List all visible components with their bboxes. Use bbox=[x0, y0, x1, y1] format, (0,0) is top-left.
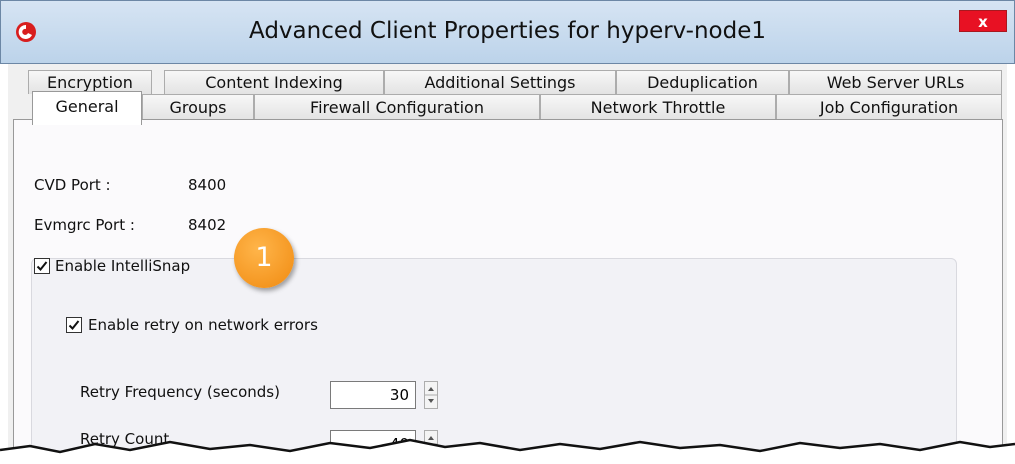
tab-additional-settings[interactable]: Additional Settings bbox=[384, 70, 616, 94]
retry-label: Enable retry on network errors bbox=[88, 316, 318, 334]
tab-groups[interactable]: Groups bbox=[142, 94, 254, 120]
tab-firewall-configuration[interactable]: Firewall Configuration bbox=[254, 94, 540, 120]
retry-frequency-spinner[interactable] bbox=[424, 381, 438, 409]
checkmark-icon bbox=[36, 261, 48, 271]
tab-general[interactable]: General bbox=[32, 91, 142, 125]
evmgrc-port-value: 8402 bbox=[188, 216, 227, 234]
retry-frequency-label: Retry Frequency (seconds) bbox=[80, 383, 280, 401]
callout-badge: 1 bbox=[234, 228, 294, 288]
chevron-down-icon bbox=[428, 399, 434, 403]
intellisnap-checkbox[interactable] bbox=[34, 258, 50, 274]
title-bar: Advanced Client Properties for hyperv-no… bbox=[0, 0, 1015, 64]
chevron-up-icon bbox=[428, 387, 434, 391]
tab-network-throttle[interactable]: Network Throttle bbox=[540, 94, 776, 120]
tab-web-server-urls[interactable]: Web Server URLs bbox=[789, 70, 1002, 94]
checkmark-icon bbox=[68, 320, 80, 330]
retry-checkbox[interactable] bbox=[66, 317, 82, 333]
cvd-port-value: 8400 bbox=[188, 176, 227, 194]
tab-content-indexing[interactable]: Content Indexing bbox=[164, 70, 384, 94]
cvd-port-label: CVD Port : bbox=[34, 176, 111, 194]
tab-deduplication[interactable]: Deduplication bbox=[616, 70, 789, 94]
properties-window: Advanced Client Properties for hyperv-no… bbox=[0, 0, 1015, 464]
retry-groupbox bbox=[31, 258, 957, 458]
torn-edge bbox=[0, 438, 1015, 464]
evmgrc-port-label: Evmgrc Port : bbox=[34, 216, 135, 234]
tab-job-configuration[interactable]: Job Configuration bbox=[776, 94, 1002, 120]
intellisnap-label: Enable IntelliSnap bbox=[55, 257, 191, 275]
retry-frequency-input[interactable]: 30 bbox=[330, 381, 416, 409]
window-title: Advanced Client Properties for hyperv-no… bbox=[248, 18, 767, 44]
close-button[interactable]: x bbox=[959, 10, 1007, 32]
